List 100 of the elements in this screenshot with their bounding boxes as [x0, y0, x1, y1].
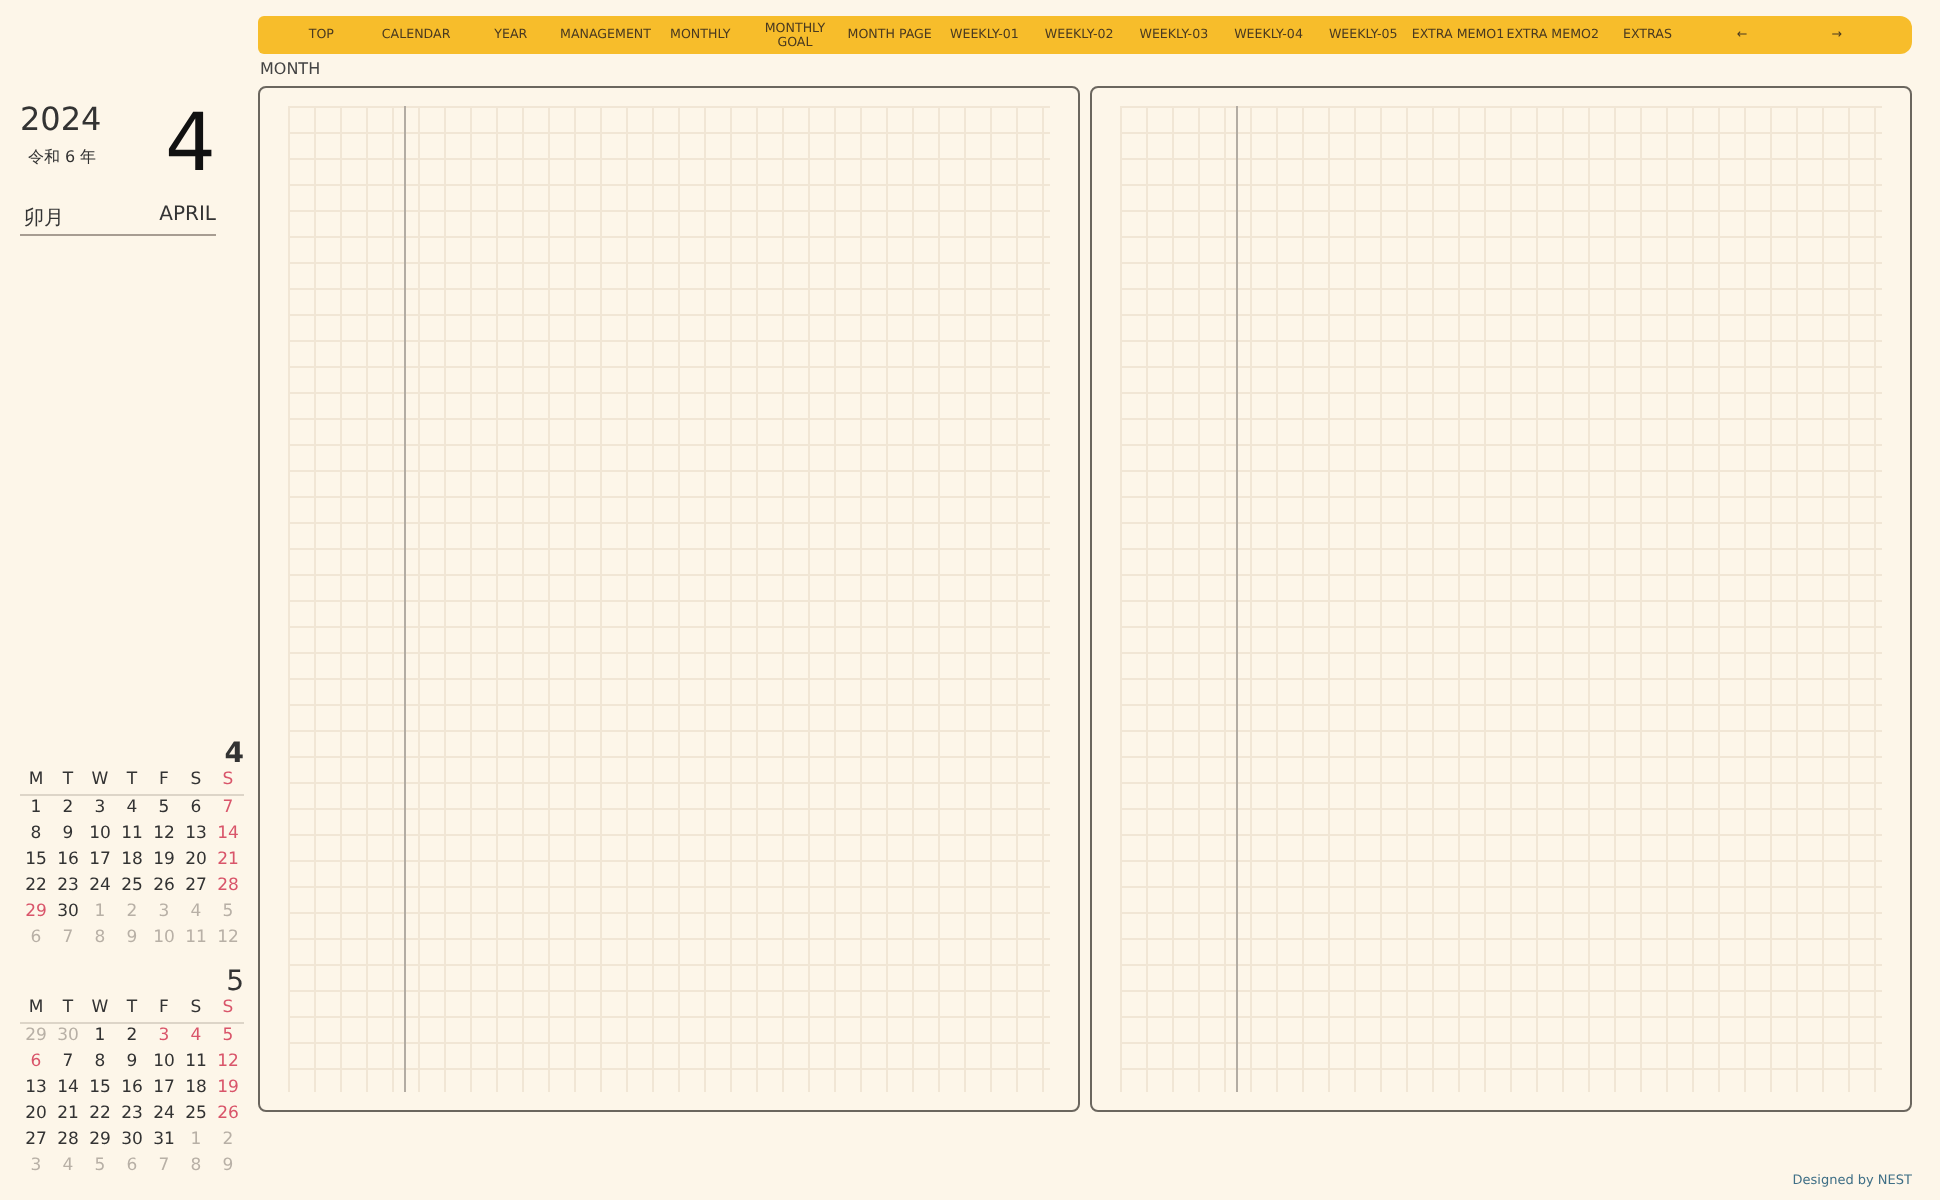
calendar-day: 31	[148, 1128, 180, 1154]
calendar-day: 4	[52, 1154, 84, 1180]
calendar-day: 13	[20, 1076, 52, 1102]
weekday-label: S	[220, 768, 236, 794]
weekday-label: T	[60, 996, 76, 1022]
calendar-day: 2	[52, 796, 84, 822]
calendar-day: 8	[84, 1050, 116, 1076]
calendar-day: 12	[212, 926, 244, 952]
calendar-day: 30	[52, 900, 84, 926]
calendar-day: 8	[20, 822, 52, 848]
month-name-english: APRIL	[159, 204, 216, 230]
calendar-day: 7	[148, 1154, 180, 1180]
year-text: 2024	[20, 100, 102, 138]
calendar-day: 28	[212, 874, 244, 900]
weekday-label: T	[60, 768, 76, 794]
calendar-day: 27	[20, 1128, 52, 1154]
calendar-day: 26	[212, 1102, 244, 1128]
calendar-day: 7	[52, 1050, 84, 1076]
calendar-day: 3	[84, 796, 116, 822]
calendar-month-number: 4	[222, 740, 244, 768]
calendar-day: 6	[116, 1154, 148, 1180]
weekday-label: M	[26, 996, 46, 1022]
calendar-day: 7	[52, 926, 84, 952]
calendar-day: 23	[116, 1102, 148, 1128]
calendar-day: 3	[148, 900, 180, 926]
calendar-day: 10	[148, 926, 180, 952]
calendar-day: 1	[180, 1128, 212, 1154]
calendar-day: 13	[180, 822, 212, 848]
calendar-day: 12	[148, 822, 180, 848]
calendar-day: 29	[84, 1128, 116, 1154]
calendar-day: 9	[52, 822, 84, 848]
calendar-day: 22	[20, 874, 52, 900]
calendar-day: 30	[52, 1024, 84, 1050]
weekday-label: W	[89, 996, 111, 1022]
calendar-day: 9	[116, 1050, 148, 1076]
weekday-label: F	[157, 996, 171, 1022]
calendar-day: 2	[116, 1024, 148, 1050]
calendar-day: 18	[116, 848, 148, 874]
calendar-day: 2	[116, 900, 148, 926]
calendar-day: 18	[180, 1076, 212, 1102]
weekday-label: S	[188, 996, 204, 1022]
calendar-day: 11	[116, 822, 148, 848]
calendar-day: 8	[84, 926, 116, 952]
section-label: MONTH	[260, 60, 323, 78]
calendar-day: 14	[52, 1076, 84, 1102]
weekday-label: T	[124, 768, 140, 794]
calendar-day: 25	[180, 1102, 212, 1128]
calendar-day: 12	[212, 1050, 244, 1076]
calendar-day: 24	[84, 874, 116, 900]
weekday-label: M	[26, 768, 46, 794]
calendar-day: 15	[84, 1076, 116, 1102]
weekday-label: F	[157, 768, 171, 794]
calendar-day: 8	[180, 1154, 212, 1180]
calendar-day: 26	[148, 874, 180, 900]
calendar-day: 3	[148, 1024, 180, 1050]
calendar-day: 19	[148, 848, 180, 874]
era-year-text: 令和 6 年	[28, 146, 99, 168]
calendar-day: 15	[20, 848, 52, 874]
calendar-day: 20	[20, 1102, 52, 1128]
calendar-day: 9	[212, 1154, 244, 1180]
calendar-day: 11	[180, 1050, 212, 1076]
calendar-day: 16	[52, 848, 84, 874]
calendar-day: 5	[212, 900, 244, 926]
calendar-day: 29	[20, 900, 52, 926]
weekday-label: W	[89, 768, 111, 794]
calendar-day: 5	[84, 1154, 116, 1180]
calendar-day: 7	[212, 796, 244, 822]
calendar-day: 21	[212, 848, 244, 874]
calendar-day: 16	[116, 1076, 148, 1102]
calendar-day: 14	[212, 822, 244, 848]
calendar-day: 4	[116, 796, 148, 822]
calendar-day: 23	[52, 874, 84, 900]
calendar-day: 1	[84, 1024, 116, 1050]
month-name-japanese: 卯月	[24, 205, 64, 232]
calendar-day: 24	[148, 1102, 180, 1128]
calendar-day: 5	[212, 1024, 244, 1050]
calendar-day: 19	[212, 1076, 244, 1102]
calendar-day: 6	[20, 926, 52, 952]
calendar-day: 3	[20, 1154, 52, 1180]
month-number: 4	[165, 104, 216, 184]
calendar-day: 17	[148, 1076, 180, 1102]
calendar-day: 10	[148, 1050, 180, 1076]
calendar-day: 11	[180, 926, 212, 952]
weekday-label: S	[188, 768, 204, 794]
calendar-day: 6	[20, 1050, 52, 1076]
calendar-day: 6	[180, 796, 212, 822]
calendar-day: 5	[148, 796, 180, 822]
calendar-day: 21	[52, 1102, 84, 1128]
calendar-day: 28	[52, 1128, 84, 1154]
calendar-day: 17	[84, 848, 116, 874]
calendar-day: 9	[116, 926, 148, 952]
calendar-day: 30	[116, 1128, 148, 1154]
calendar-day: 29	[20, 1024, 52, 1050]
calendar-day: 25	[116, 874, 148, 900]
weekday-label: S	[220, 996, 236, 1022]
calendar-day: 27	[180, 874, 212, 900]
calendar-day: 1	[84, 900, 116, 926]
calendar-day: 22	[84, 1102, 116, 1128]
calendar-day: 20	[180, 848, 212, 874]
weekday-label: T	[124, 996, 140, 1022]
